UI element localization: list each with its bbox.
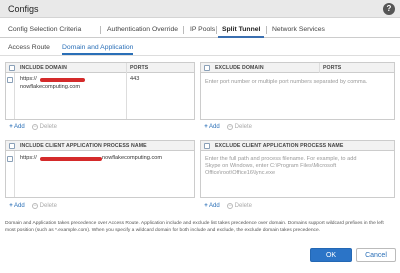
tab-authentication-override[interactable]: Authentication Override bbox=[103, 22, 182, 38]
select-all-checkbox[interactable] bbox=[204, 143, 210, 149]
delete-label: Delete bbox=[39, 124, 58, 130]
ports-placeholder[interactable]: Enter port number or multiple port numbe… bbox=[205, 79, 393, 86]
dialog-footer: OK Cancel bbox=[0, 240, 400, 273]
redaction-mark bbox=[40, 78, 85, 82]
ok-button[interactable]: OK bbox=[310, 248, 352, 262]
tab-config-selection-criteria[interactable]: Config Selection Criteria bbox=[4, 22, 85, 38]
exclude-domain-panel: EXCLUDE DOMAIN PORTS Enter port number o… bbox=[200, 62, 395, 120]
include-domain-header: INCLUDE DOMAIN PORTS bbox=[6, 63, 194, 73]
include-app-panel: INCLUDE CLIENT APPLICATION PROCESS NAME … bbox=[5, 140, 195, 198]
precedence-note: Domain and Application takes precedence … bbox=[5, 221, 384, 233]
dialog-title: Configs bbox=[8, 4, 39, 14]
domain-suffix: nowflakecomputing.com bbox=[20, 84, 81, 90]
delete-button[interactable]: − Delete bbox=[227, 203, 267, 209]
subtab-access-route[interactable]: Access Route bbox=[8, 41, 50, 55]
ports-column-label: PORTS bbox=[323, 65, 342, 71]
delete-button[interactable]: − Delete bbox=[32, 124, 72, 130]
add-label: Add bbox=[209, 124, 220, 130]
tab-split-tunnel[interactable]: Split Tunnel bbox=[218, 22, 265, 38]
tab-separator bbox=[183, 26, 184, 34]
ports-column-label: PORTS bbox=[130, 65, 149, 71]
minus-icon: − bbox=[227, 124, 233, 130]
include-app-column-label: INCLUDE CLIENT APPLICATION PROCESS NAME bbox=[20, 143, 147, 149]
column-divider bbox=[126, 63, 127, 119]
subtab-domain-and-application[interactable]: Domain and Application bbox=[62, 41, 134, 55]
select-all-checkbox[interactable] bbox=[9, 65, 15, 71]
add-label: Add bbox=[14, 203, 25, 209]
exclude-domain-header: EXCLUDE DOMAIN PORTS bbox=[201, 63, 394, 73]
delete-label: Delete bbox=[39, 203, 58, 209]
minus-icon: − bbox=[32, 124, 38, 130]
delete-label: Delete bbox=[234, 203, 253, 209]
redaction-mark bbox=[40, 157, 102, 161]
tab-separator bbox=[216, 26, 217, 34]
include-app-header: INCLUDE CLIENT APPLICATION PROCESS NAME bbox=[6, 141, 194, 151]
include-domain-column-label: INCLUDE DOMAIN bbox=[20, 65, 67, 71]
delete-label: Delete bbox=[234, 124, 253, 130]
minus-icon: − bbox=[32, 203, 38, 209]
column-divider bbox=[319, 63, 320, 73]
include-domain-panel: INCLUDE DOMAIN PORTS https:// nowflakeco… bbox=[5, 62, 195, 120]
exclude-app-column-label: EXCLUDE CLIENT APPLICATION PROCESS NAME bbox=[215, 143, 344, 149]
process-suffix: nowflakecomputing.com bbox=[102, 155, 163, 161]
delete-button[interactable]: − Delete bbox=[227, 124, 267, 130]
add-label: Add bbox=[14, 124, 25, 130]
ports-value[interactable]: 443 bbox=[130, 76, 139, 83]
minus-icon: − bbox=[227, 203, 233, 209]
help-icon[interactable]: ? bbox=[383, 3, 395, 15]
tab-ip-pools[interactable]: IP Pools bbox=[186, 22, 219, 38]
exclude-domain-column-label: EXCLUDE DOMAIN bbox=[215, 65, 264, 71]
tab-separator bbox=[100, 26, 101, 34]
dialog-titlebar: Configs ? bbox=[0, 0, 400, 18]
subtab-bar: Access Route Domain and Application bbox=[0, 41, 400, 56]
cancel-button[interactable]: Cancel bbox=[356, 248, 396, 262]
process-prefix: https:// bbox=[20, 155, 37, 161]
delete-button[interactable]: − Delete bbox=[32, 203, 72, 209]
tab-bar: Config Selection Criteria Authentication… bbox=[0, 22, 400, 38]
select-all-checkbox[interactable] bbox=[204, 65, 210, 71]
process-placeholder[interactable]: Enter the full path and process filename… bbox=[205, 156, 370, 177]
tab-network-services[interactable]: Network Services bbox=[268, 22, 329, 38]
row-checkbox[interactable] bbox=[7, 77, 13, 83]
tab-separator bbox=[266, 26, 267, 34]
exclude-app-panel: EXCLUDE CLIENT APPLICATION PROCESS NAME … bbox=[200, 140, 395, 198]
column-divider bbox=[14, 73, 15, 119]
row-checkbox[interactable] bbox=[7, 156, 13, 162]
column-divider bbox=[14, 151, 15, 197]
add-label: Add bbox=[209, 203, 220, 209]
domain-prefix: https:// bbox=[20, 76, 37, 82]
exclude-app-header: EXCLUDE CLIENT APPLICATION PROCESS NAME bbox=[201, 141, 394, 151]
select-all-checkbox[interactable] bbox=[9, 143, 15, 149]
